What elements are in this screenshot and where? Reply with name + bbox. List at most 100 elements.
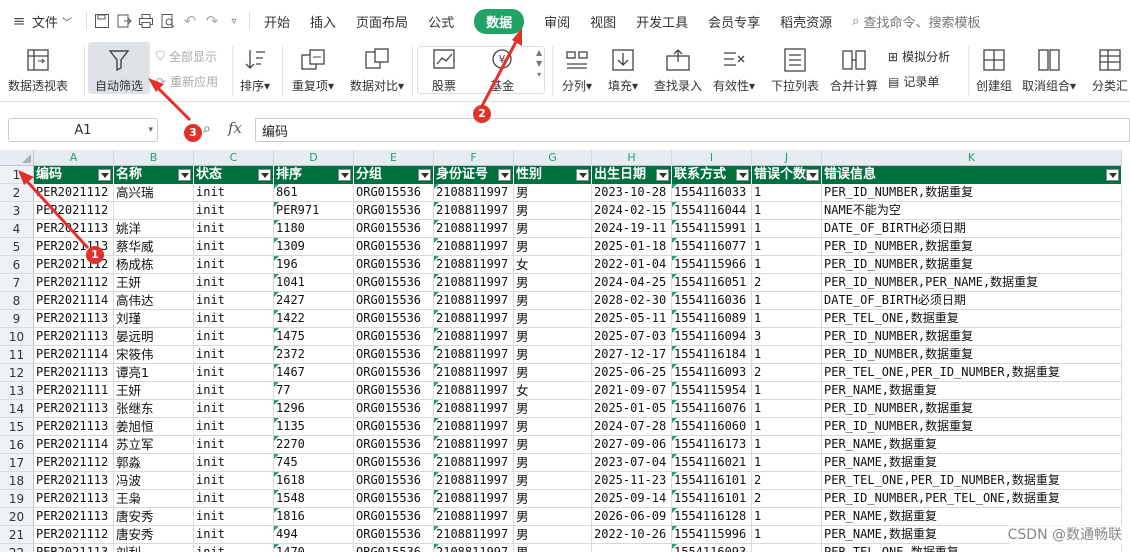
- table-cell[interactable]: PER_NAME,数据重复: [822, 436, 1122, 454]
- column-header-c[interactable]: C: [194, 150, 274, 166]
- row-header[interactable]: 18: [0, 472, 34, 490]
- validity-button[interactable]: 有效性▾: [713, 44, 755, 94]
- tab-home[interactable]: 开始: [254, 0, 300, 42]
- table-cell[interactable]: ORG015536: [354, 328, 434, 346]
- table-cell[interactable]: ORG015536: [354, 382, 434, 400]
- table-cell[interactable]: 1554116089: [672, 310, 752, 328]
- table-cell[interactable]: 1548: [274, 490, 354, 508]
- table-cell[interactable]: 1: [752, 310, 822, 328]
- table-cell[interactable]: PER2021113: [34, 310, 114, 328]
- table-cell[interactable]: PER2021113: [34, 508, 114, 526]
- table-cell[interactable]: 1: [752, 238, 822, 256]
- filter-dropdown-icon[interactable]: [1106, 169, 1119, 181]
- table-cell[interactable]: 晏远明: [114, 328, 194, 346]
- table-cell[interactable]: PER_TEL_ONE,PER_ID_NUMBER,数据重复: [822, 472, 1122, 490]
- stock-button[interactable]: 股票: [430, 44, 458, 94]
- table-cell[interactable]: PER2021112: [34, 202, 114, 220]
- table-cell[interactable]: 1470: [274, 544, 354, 552]
- tab-developer[interactable]: 开发工具: [626, 0, 698, 42]
- search-command[interactable]: ⌕ 查找命令、搜索模板: [842, 0, 990, 42]
- table-cell[interactable]: ORG015536: [354, 310, 434, 328]
- header-cell[interactable]: 性别: [514, 166, 592, 184]
- table-cell[interactable]: 1554116021: [672, 454, 752, 472]
- header-cell[interactable]: 身份证号: [434, 166, 514, 184]
- table-cell[interactable]: PER2021113: [34, 418, 114, 436]
- table-cell[interactable]: init: [194, 418, 274, 436]
- table-cell[interactable]: 1554116184: [672, 346, 752, 364]
- table-cell[interactable]: 刘瑾: [114, 310, 194, 328]
- print-icon[interactable]: [135, 10, 157, 32]
- table-cell[interactable]: init: [194, 490, 274, 508]
- table-cell[interactable]: PER971: [274, 202, 354, 220]
- table-cell[interactable]: PER2021112: [34, 526, 114, 544]
- table-cell[interactable]: 2108811997: [434, 508, 514, 526]
- column-header-k[interactable]: K: [822, 150, 1122, 166]
- row-header[interactable]: 19: [0, 490, 34, 508]
- table-cell[interactable]: [114, 202, 194, 220]
- tab-insert[interactable]: 插入: [300, 0, 346, 42]
- table-cell[interactable]: 张继东: [114, 400, 194, 418]
- table-cell[interactable]: 1554116033: [672, 184, 752, 202]
- table-cell[interactable]: 1: [752, 220, 822, 238]
- table-cell[interactable]: 男: [514, 364, 592, 382]
- column-header-i[interactable]: I: [672, 150, 752, 166]
- table-cell[interactable]: init: [194, 508, 274, 526]
- row-header[interactable]: 3: [0, 202, 34, 220]
- table-cell[interactable]: 男: [514, 526, 592, 544]
- formula-input[interactable]: 编码: [255, 118, 1130, 142]
- table-cell[interactable]: 姜旭恒: [114, 418, 194, 436]
- tab-review[interactable]: 审阅: [534, 0, 580, 42]
- row-header[interactable]: 17: [0, 454, 34, 472]
- split-column-button[interactable]: 分列▾: [562, 44, 592, 94]
- table-cell[interactable]: 郭淼: [114, 454, 194, 472]
- table-cell[interactable]: 1554115966: [672, 256, 752, 274]
- table-cell[interactable]: PER2021114: [34, 346, 114, 364]
- table-cell[interactable]: ORG015536: [354, 256, 434, 274]
- table-cell[interactable]: init: [194, 544, 274, 552]
- row-header[interactable]: 20: [0, 508, 34, 526]
- table-cell[interactable]: init: [194, 256, 274, 274]
- header-cell[interactable]: 错误信息: [822, 166, 1122, 184]
- table-cell[interactable]: PER2021112: [34, 274, 114, 292]
- fill-button[interactable]: 填充▾: [608, 44, 638, 94]
- table-cell[interactable]: PER2021114: [34, 292, 114, 310]
- table-cell[interactable]: 2108811997: [434, 256, 514, 274]
- table-cell[interactable]: 2024-04-25: [592, 274, 672, 292]
- header-cell[interactable]: 出生日期: [592, 166, 672, 184]
- table-cell[interactable]: 2025-06-25: [592, 364, 672, 382]
- tab-docer[interactable]: 稻壳资源: [770, 0, 842, 42]
- table-cell[interactable]: PER_ID_NUMBER,数据重复: [822, 328, 1122, 346]
- table-cell[interactable]: PER2021114: [34, 436, 114, 454]
- filter-dropdown-icon[interactable]: [656, 169, 669, 181]
- table-cell[interactable]: 1: [752, 508, 822, 526]
- table-cell[interactable]: 2027-12-17: [592, 346, 672, 364]
- row-header[interactable]: 6: [0, 256, 34, 274]
- what-if-analysis-button[interactable]: ⊞ 模拟分析: [888, 48, 950, 65]
- table-cell[interactable]: 2108811997: [434, 472, 514, 490]
- table-cell[interactable]: 1554115996: [672, 526, 752, 544]
- table-cell[interactable]: 2025-07-03: [592, 328, 672, 346]
- table-cell[interactable]: PER2021112: [34, 184, 114, 202]
- table-cell[interactable]: 2025-09-14: [592, 490, 672, 508]
- table-cell[interactable]: 1554116173: [672, 436, 752, 454]
- table-cell[interactable]: 2108811997: [434, 526, 514, 544]
- table-cell[interactable]: 2108811997: [434, 454, 514, 472]
- row-header[interactable]: 16: [0, 436, 34, 454]
- table-cell[interactable]: 1135: [274, 418, 354, 436]
- table-cell[interactable]: 女: [514, 382, 592, 400]
- table-cell[interactable]: PER_ID_NUMBER,PER_TEL_ONE,数据重复: [822, 490, 1122, 508]
- table-cell[interactable]: 2023-10-28: [592, 184, 672, 202]
- table-cell[interactable]: 1309: [274, 238, 354, 256]
- table-cell[interactable]: PER2021111: [34, 382, 114, 400]
- table-cell[interactable]: 姚洋: [114, 220, 194, 238]
- table-cell[interactable]: 2025-01-05: [592, 400, 672, 418]
- row-header[interactable]: 4: [0, 220, 34, 238]
- table-cell[interactable]: 2108811997: [434, 202, 514, 220]
- table-cell[interactable]: 861: [274, 184, 354, 202]
- table-cell[interactable]: 1041: [274, 274, 354, 292]
- export-icon[interactable]: [113, 10, 135, 32]
- table-cell[interactable]: 2108811997: [434, 328, 514, 346]
- row-header[interactable]: 12: [0, 364, 34, 382]
- table-cell[interactable]: 蔡华威: [114, 238, 194, 256]
- column-header-h[interactable]: H: [592, 150, 672, 166]
